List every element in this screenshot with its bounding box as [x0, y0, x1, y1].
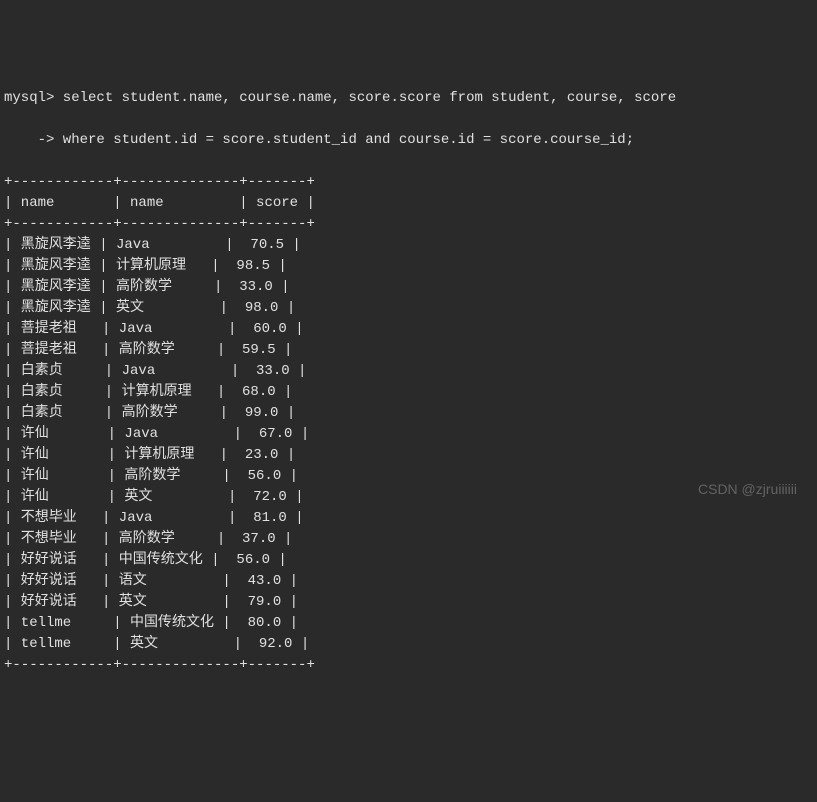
- sql-prompt-line1: mysql> select student.name, course.name,…: [4, 88, 813, 109]
- query-result-table: +------------+--------------+-------+ | …: [4, 172, 813, 676]
- watermark-text: CSDN @zjruiiiiii: [698, 479, 797, 500]
- sql-prompt-line2: -> where student.id = score.student_id a…: [4, 130, 813, 151]
